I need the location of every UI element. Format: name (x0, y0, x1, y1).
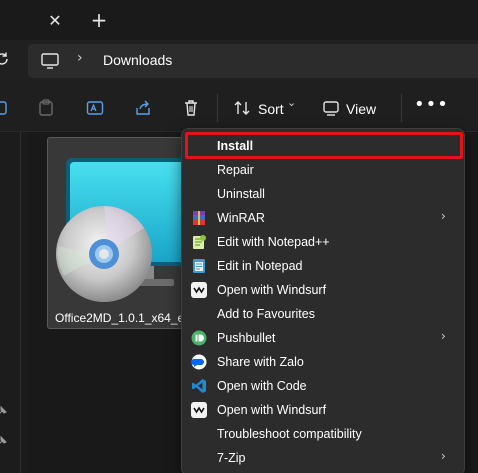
menu-item-label: WinRAR (217, 211, 265, 225)
this-pc-icon (41, 53, 59, 69)
sort-icon[interactable] (233, 99, 251, 117)
sort-button[interactable]: Sort (258, 101, 284, 117)
file-name-label: Office2MD_1.0.1_x64_en (55, 311, 191, 325)
menu-item-label: Share with Zalo (217, 355, 304, 369)
submenu-arrow-icon: › (441, 449, 446, 463)
zalo-icon (191, 354, 207, 370)
pane-divider[interactable] (20, 132, 21, 473)
windsurf-icon (191, 282, 207, 298)
menu-item-label: 7-Zip (217, 451, 246, 465)
notepad-plus-plus-icon (193, 235, 206, 249)
notepad-icon (193, 259, 205, 273)
menu-item-label: Add to Favourites (217, 307, 315, 321)
close-tab-icon[interactable]: ✕ (40, 6, 70, 34)
pushbullet-icon (191, 330, 207, 346)
menu-item-open-with-windsurf[interactable]: Open with Windsurf (182, 398, 464, 422)
context-menu: Install Repair Uninstall WinRAR › Edit w… (181, 128, 465, 473)
toolbar-divider (401, 94, 402, 122)
menu-item-repair[interactable]: Repair (182, 158, 464, 182)
new-tab-button[interactable]: + (86, 6, 112, 34)
menu-item-label: Install (217, 139, 254, 153)
menu-item-label: Uninstall (217, 187, 265, 201)
command-bar: Sort ⌄ View ••• (0, 82, 478, 132)
more-options-icon[interactable]: ••• (414, 94, 449, 115)
menu-item-label: Edit with Notepad++ (217, 235, 330, 249)
menu-item-edit-in-notepad[interactable]: Edit in Notepad (182, 254, 464, 278)
submenu-arrow-icon: › (441, 209, 446, 223)
menu-item-open-with-code[interactable]: Open with Code (182, 374, 464, 398)
title-bar: ✕ + (0, 0, 478, 40)
copy-icon[interactable] (0, 99, 10, 117)
menu-item-uninstall[interactable]: Uninstall (182, 182, 464, 206)
share-icon[interactable] (134, 99, 152, 117)
menu-item-open-with-windsurf[interactable]: Open with Windsurf (182, 278, 464, 302)
address-row: › Downloads (0, 40, 478, 82)
chevron-down-icon: ⌄ (287, 97, 297, 109)
menu-item-pushbullet[interactable]: Pushbullet › (182, 326, 464, 350)
refresh-icon[interactable] (0, 51, 10, 67)
view-icon[interactable] (322, 99, 340, 117)
menu-item-troubleshoot-compatibility[interactable]: Troubleshoot compatibility (182, 422, 464, 446)
menu-item-label: Open with Windsurf (217, 283, 327, 297)
menu-item-label: Pushbullet (217, 331, 276, 345)
menu-item-winrar[interactable]: WinRAR › (182, 206, 464, 230)
menu-item-label: Troubleshoot compatibility (217, 427, 362, 441)
winrar-icon (193, 211, 205, 225)
pin-icon (0, 435, 7, 444)
menu-item-label: Repair (217, 163, 254, 177)
menu-item-add-to-favourites[interactable]: Add to Favourites (182, 302, 464, 326)
menu-item-share-with-zalo[interactable]: Share with Zalo (182, 350, 464, 374)
navigation-pane (0, 132, 28, 473)
menu-item-label: Open with Windsurf (217, 403, 327, 417)
breadcrumb-separator: › (77, 50, 83, 66)
rename-icon[interactable] (86, 99, 104, 117)
breadcrumb-downloads[interactable]: Downloads (103, 52, 172, 68)
menu-item-7-zip[interactable]: 7-Zip › (182, 446, 464, 470)
menu-item-label: Open with Code (217, 379, 307, 393)
submenu-arrow-icon: › (441, 329, 446, 343)
toolbar-divider (217, 94, 218, 122)
menu-item-label: Edit in Notepad (217, 259, 303, 273)
paste-icon[interactable] (37, 99, 55, 117)
windsurf-icon (191, 402, 207, 418)
delete-icon[interactable] (182, 99, 200, 117)
view-button[interactable]: View (346, 101, 376, 117)
menu-item-edit-notepad-plus-plus[interactable]: Edit with Notepad++ (182, 230, 464, 254)
vscode-icon (192, 379, 206, 393)
pin-icon (0, 405, 7, 414)
address-bar[interactable]: › Downloads (28, 44, 478, 78)
menu-item-install[interactable]: Install (182, 134, 464, 158)
